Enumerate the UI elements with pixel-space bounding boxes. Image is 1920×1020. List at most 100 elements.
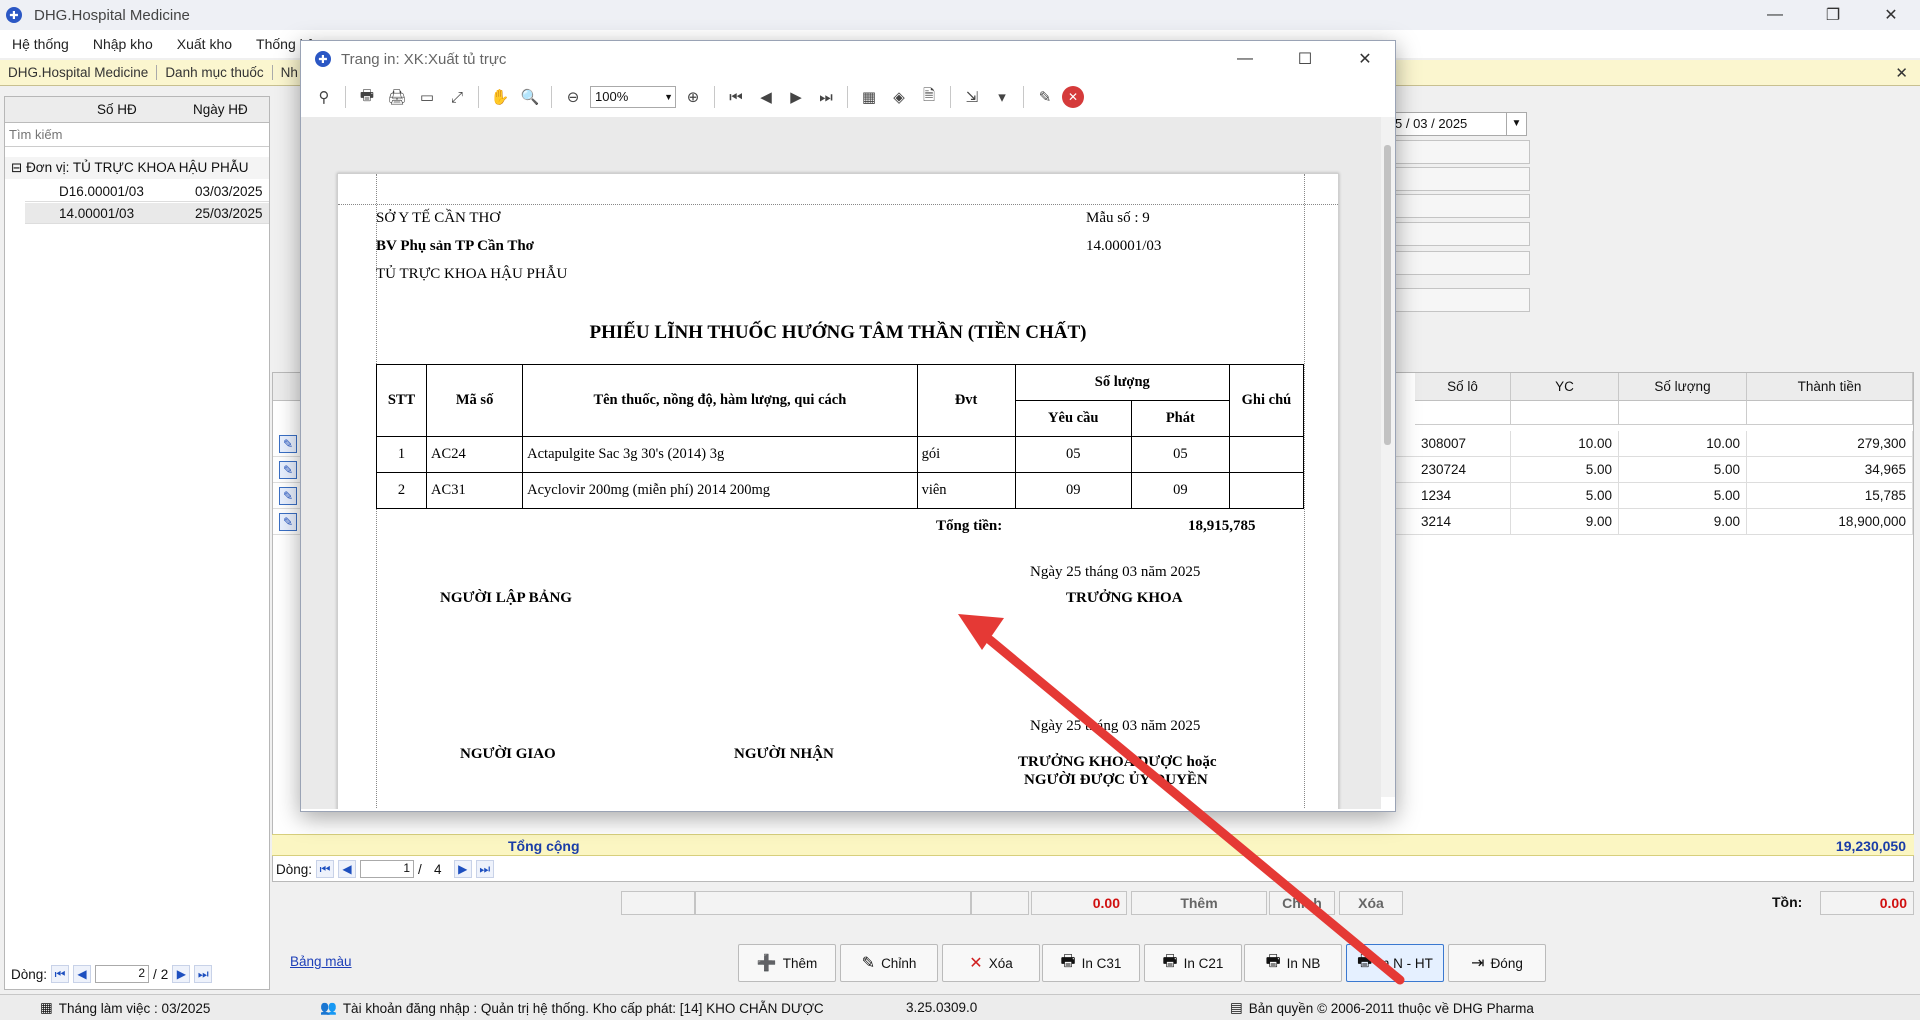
hand-tool-icon[interactable]: ✋	[487, 84, 513, 110]
in-c21-button[interactable]: 🖶 In C21	[1144, 944, 1242, 982]
invoice-search-input[interactable]	[5, 123, 185, 145]
edit-icon[interactable]: ✎	[279, 461, 297, 479]
form-field[interactable]	[1392, 167, 1530, 191]
form-field[interactable]	[1392, 140, 1530, 164]
edit-icon[interactable]: ✎	[279, 435, 297, 453]
cell-stt: 1	[375, 436, 428, 473]
col-thanh-tien[interactable]: Thành tiền	[1747, 373, 1913, 401]
close-preview-icon[interactable]: ✕	[1062, 86, 1084, 108]
tab-danh-muc-thuoc[interactable]: Danh mục thuốc	[157, 65, 273, 80]
page-setup-icon[interactable]: ▭	[414, 84, 440, 110]
grid-pager: Dòng: ⏮ ◀ 1 / 4 ▶ ⏭	[276, 858, 494, 880]
nguoi-giao: NGƯỜI GIAO	[460, 746, 556, 762]
col-so-hd[interactable]: Số HĐ	[97, 102, 137, 117]
filter-cell[interactable]	[1619, 401, 1747, 425]
filter-cell[interactable]	[1415, 401, 1511, 425]
prev-page-icon[interactable]: ◀	[753, 84, 779, 110]
date-picker[interactable]: 5 / 03 / 2025 ▼	[1390, 112, 1527, 136]
minimize-icon[interactable]: —	[1746, 0, 1804, 30]
form-field[interactable]	[1392, 288, 1530, 312]
multi-page-icon[interactable]: ▦	[856, 84, 882, 110]
calendar-icon: ▦	[40, 1000, 53, 1015]
cell-thanh-tien: 34,965	[1747, 457, 1913, 483]
menu-nhap-kho[interactable]: Nhập kho	[81, 36, 165, 52]
menu-he-thong[interactable]: Hệ thống	[0, 36, 81, 52]
tab-close-icon[interactable]: ✕	[1895, 64, 1908, 82]
print-icon[interactable]: 🖶	[354, 84, 380, 110]
form-field[interactable]	[1392, 194, 1530, 218]
minimize-icon[interactable]: —	[1215, 41, 1275, 77]
col-so-lo[interactable]: Số lô	[1415, 373, 1511, 401]
page-input[interactable]: 2	[95, 965, 150, 983]
zoom-in-icon[interactable]: ⊕	[680, 84, 706, 110]
chevron-down-icon[interactable]: ▼	[1506, 113, 1526, 135]
find-icon[interactable]: ⚲	[311, 84, 337, 110]
first-page-icon[interactable]: ⏮	[51, 965, 70, 983]
zoom-out-icon[interactable]: ⊖	[560, 84, 586, 110]
filter-cell[interactable]	[1747, 401, 1913, 425]
form-field[interactable]	[1392, 222, 1530, 246]
dong-button[interactable]: ⇥ Đóng	[1448, 944, 1546, 982]
th-phat: Phát	[1130, 400, 1230, 437]
page-input[interactable]: 1	[360, 860, 415, 878]
pager-label: Dòng:	[276, 861, 313, 877]
next-page-icon[interactable]: ▶	[172, 965, 191, 983]
form-field[interactable]	[1392, 251, 1530, 275]
list-item[interactable]: D16.00001/03 03/03/2025	[25, 181, 269, 202]
last-page-icon[interactable]: ⏭	[813, 84, 839, 110]
xoa-inline-button[interactable]: Xóa	[1339, 891, 1403, 915]
them-label: Thêm	[782, 955, 818, 971]
in-n-ht-button[interactable]: 🖶 In N - HT	[1346, 944, 1444, 982]
edit-icon[interactable]: ✎	[279, 513, 297, 531]
chinh-inline-button[interactable]: Chỉnh	[1269, 891, 1335, 915]
list-item-selected[interactable]: 14.00001/03 25/03/2025	[25, 203, 269, 224]
them-inline-button[interactable]: Thêm	[1131, 891, 1267, 915]
last-page-icon[interactable]: ⏭	[194, 965, 213, 983]
chinh-button[interactable]: ✎ Chỉnh	[840, 944, 938, 982]
report-title: PHIẾU LĨNH THUỐC HƯỚNG TÂM THẦN (TIỀN CH…	[589, 322, 1087, 343]
bang-mau-link[interactable]: Bảng màu	[290, 954, 352, 969]
filter-cell[interactable]	[1511, 401, 1619, 425]
col-ngay-hd[interactable]: Ngày HĐ	[193, 102, 248, 117]
cell-so-lo: 3214	[1415, 509, 1511, 535]
close-icon[interactable]: ✕	[1862, 0, 1920, 30]
magnifier-icon[interactable]: 🔍	[517, 84, 543, 110]
watermark-icon[interactable]: 🗎	[916, 84, 942, 110]
background-color-icon[interactable]: ◈	[886, 84, 912, 110]
sum-field	[971, 891, 1029, 915]
col-so-luong[interactable]: Số lượng	[1619, 373, 1747, 401]
edit-page-icon[interactable]: ✎	[1032, 84, 1058, 110]
next-page-icon[interactable]: ▶	[783, 84, 809, 110]
send-icon[interactable]: ▾	[989, 84, 1015, 110]
group-label: Đơn vị: TỦ TRỰC KHOA HẬU PHẪU	[26, 160, 249, 175]
tab-home[interactable]: DHG.Hospital Medicine	[0, 65, 158, 80]
prev-page-icon[interactable]: ◀	[338, 860, 357, 878]
first-page-icon[interactable]: ⏮	[723, 84, 749, 110]
zoom-value: 100%	[595, 89, 629, 104]
edit-icon[interactable]: ✎	[279, 487, 297, 505]
first-page-icon[interactable]: ⏮	[316, 860, 335, 878]
last-page-icon[interactable]: ⏭	[475, 860, 494, 878]
col-yc[interactable]: YC	[1511, 373, 1619, 401]
group-row-don-vi[interactable]: ⊟ Đơn vị: TỦ TRỰC KHOA HẬU PHẪU	[5, 157, 269, 179]
prev-page-icon[interactable]: ◀	[73, 965, 92, 983]
xoa-button[interactable]: ✕ Xóa	[942, 944, 1040, 982]
scrollbar-thumb[interactable]	[1384, 145, 1391, 445]
close-icon[interactable]: ✕	[1335, 41, 1395, 77]
in-nb-button[interactable]: 🖶 In NB	[1244, 944, 1342, 982]
preview-scrollbar[interactable]	[1381, 117, 1395, 797]
preview-viewport[interactable]: SỞ Y TẾ CẦN THƠ BV Phụ sản TP Cần Thơ TỦ…	[301, 117, 1381, 809]
scale-icon[interactable]: ⤢	[444, 84, 470, 110]
them-button[interactable]: ➕ Thêm	[738, 944, 836, 982]
restore-icon[interactable]: ❐	[1804, 0, 1862, 30]
quick-print-icon[interactable]: 🖨	[384, 84, 410, 110]
export-icon[interactable]: ⇲	[959, 84, 985, 110]
zoom-select[interactable]: 100% ▼	[590, 86, 676, 108]
th-dvt: Đvt	[916, 364, 1016, 437]
next-page-icon[interactable]: ▶	[453, 860, 472, 878]
maximize-icon[interactable]: ☐	[1275, 41, 1335, 77]
cell-ghi-chu	[1228, 472, 1305, 509]
collapse-icon[interactable]: ⊟	[11, 160, 26, 175]
menu-xuat-kho[interactable]: Xuất kho	[165, 36, 244, 52]
in-c31-button[interactable]: 🖶 In C31	[1042, 944, 1140, 982]
